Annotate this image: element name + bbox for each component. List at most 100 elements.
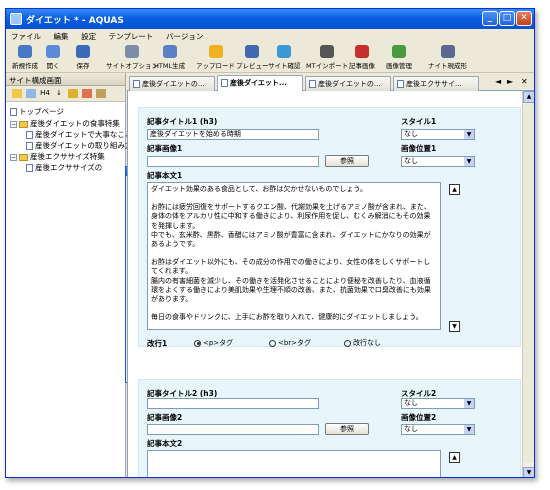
toolbar-button-2[interactable]: 保存	[76, 45, 90, 70]
mt-import-icon	[320, 45, 335, 58]
scroll-up-icon[interactable]: ▲	[523, 91, 534, 103]
tab-2[interactable]: 産後ダイエットの...	[305, 76, 391, 91]
scroll-thumb[interactable]	[523, 103, 534, 463]
scroll-down-icon[interactable]: ▼	[523, 467, 534, 477]
image-position-select[interactable]: なし ▼	[401, 424, 475, 435]
toolbar-button-5[interactable]: アップロード	[196, 45, 235, 70]
upload-icon	[208, 45, 223, 58]
page-icon	[133, 80, 140, 88]
toolbar-button-1[interactable]: 開く	[46, 45, 60, 70]
minimize-button[interactable]: _	[482, 11, 498, 26]
article-image-input[interactable]	[147, 156, 319, 167]
linebreak-label: 改行1	[147, 339, 168, 348]
article-1: 記事タイトル1 (h3) 産後ダイエットを始める時期 スタイル1 なし ▼ 記事画…	[138, 107, 521, 348]
chevron-down-icon: ▼	[464, 157, 474, 166]
site-check-icon	[277, 45, 292, 58]
editor-area: 記事タイトル1 (h3) 産後ダイエットを始める時期 スタイル1 なし ▼ 記事画…	[127, 91, 522, 477]
image-position-label: 画像位置2	[401, 413, 437, 422]
tree-item[interactable]: 産後エクササイズの	[26, 162, 102, 173]
radio-p-tag[interactable]: <p>タグ	[194, 338, 233, 348]
toolbar: 新規作成 開く 保存 サイトオプション HTML生成 アップロード プレビュー サイト確認 MT…	[6, 43, 534, 73]
body-paragraph: お酢には疲労回復をサポートするクエン酸、代謝効果を上げるアミノ酸が含まれ、また、…	[151, 203, 431, 249]
toolbar-button-3[interactable]: サイトオプション	[106, 45, 158, 70]
h4-icon[interactable]: H4	[40, 89, 50, 98]
image-icon[interactable]	[26, 89, 36, 98]
article-image-input[interactable]	[147, 424, 319, 435]
tree-item[interactable]: トップページ	[10, 106, 64, 117]
menu-template[interactable]: テンプレート	[104, 29, 159, 44]
menu-edit[interactable]: 編集	[49, 29, 74, 44]
toolbar-button-10[interactable]: 画像管理	[386, 45, 412, 70]
article-body-textarea[interactable]: ダイエット効果のある食品として、お酢は欠かせないものでしょう。 お酢には疲労回復…	[147, 182, 441, 330]
tab-bar: 産後ダイエットの... 産後ダイエット... 産後ダイエットの... 産後エクサ…	[127, 73, 534, 91]
browse-button[interactable]: 参照	[325, 423, 369, 435]
site-options-icon	[125, 45, 139, 58]
image-manage-icon	[392, 45, 406, 58]
chevron-down-icon: ▼	[464, 425, 474, 434]
folder-icon	[19, 153, 28, 161]
article-title-input[interactable]	[147, 398, 319, 409]
toolbar-button-7[interactable]: サイト確認	[268, 45, 301, 70]
folder-icon[interactable]	[12, 89, 22, 98]
move-down-button[interactable]: ▼	[449, 321, 460, 332]
gear-icon[interactable]	[96, 89, 106, 98]
close-button[interactable]: ✕	[516, 11, 532, 26]
new-file-icon	[18, 45, 32, 58]
toolbar-button-label: 新規作成	[12, 62, 38, 70]
toolbar-button-4[interactable]: HTML生成	[154, 45, 185, 70]
tree-item-label: 産後エクササイズ特集	[30, 152, 105, 161]
toolbar-button-0[interactable]: 新規作成	[12, 45, 38, 70]
toolbar-button-11[interactable]: ナイト現成形	[428, 45, 467, 70]
style-select[interactable]: なし ▼	[401, 398, 475, 409]
tree-item-label: トップページ	[19, 107, 64, 116]
menu-version[interactable]: バージョン	[161, 29, 208, 44]
article-image-label: 記事画像2	[147, 413, 183, 422]
tree-item[interactable]: 産後ダイエットの取り組み方法	[26, 140, 140, 151]
toolbar-button-label: アップロード	[196, 62, 235, 70]
tree-item[interactable]: 産後ダイエットで大事なこと	[26, 129, 132, 140]
toolbar-button-label: サイトオプション	[106, 62, 158, 70]
page-icon	[309, 80, 316, 88]
collapse-icon[interactable]: −	[10, 153, 17, 161]
site-structure-panel: サイト構成画面 H4 ↓ トップページ − 産後ダイエットの食事特集 産後ダイエットで大…	[6, 73, 140, 477]
toolbar-button-8[interactable]: MTインポート	[306, 45, 348, 70]
tab-3[interactable]: 産後エクササイ...	[393, 76, 479, 91]
vertical-scrollbar[interactable]: ▲ ▼	[522, 91, 534, 477]
tab-scroll-right-icon[interactable]: ►	[507, 77, 513, 86]
tree-item[interactable]: − 産後エクササイズ特集	[10, 151, 105, 162]
maximize-button[interactable]: □	[499, 11, 515, 26]
pencil-icon[interactable]	[82, 89, 92, 98]
tab-scroll-left-icon[interactable]: ◄	[495, 77, 501, 86]
browse-button[interactable]: 参照	[325, 155, 369, 167]
tree-item-label: 産後ダイエットで大事なこと	[35, 130, 133, 139]
move-up-button[interactable]: ▲	[449, 184, 460, 195]
menu-file[interactable]: ファイル	[6, 29, 46, 44]
tab-1[interactable]: 産後ダイエット...	[217, 75, 303, 91]
toolbar-button-label: プレビュー	[236, 62, 269, 70]
tab-close-icon[interactable]: ✕	[521, 77, 528, 86]
menu-settings[interactable]: 設定	[76, 29, 101, 44]
radio-no-break[interactable]: 改行なし	[344, 338, 381, 348]
page-icon	[221, 79, 228, 87]
chevron-down-icon: ▼	[464, 130, 474, 139]
radio-dot	[344, 339, 351, 347]
save-icon	[76, 45, 90, 58]
page-icon	[26, 142, 33, 150]
toolbar-button-9[interactable]: 記事画像	[349, 45, 375, 70]
site-structure-header: サイト構成画面	[6, 73, 125, 86]
key-icon[interactable]	[68, 89, 78, 98]
article-title-input[interactable]: 産後ダイエットを始める時期	[147, 129, 319, 140]
down-icon[interactable]: ↓	[54, 89, 64, 98]
radio-br-tag[interactable]: <br>タグ	[269, 338, 311, 348]
article-body-label: 記事本文1	[147, 171, 183, 180]
move-up-button[interactable]: ▲	[449, 452, 460, 463]
tree-item-label: 産後ダイエットの食事特集	[30, 119, 120, 128]
toolbar-button-6[interactable]: プレビュー	[236, 45, 269, 70]
collapse-icon[interactable]: −	[10, 120, 17, 128]
image-position-select[interactable]: なし ▼	[401, 156, 475, 167]
tree-item[interactable]: − 産後ダイエットの食事特集	[10, 118, 120, 129]
style-select[interactable]: なし ▼	[401, 129, 475, 140]
tab-0[interactable]: 産後ダイエットの...	[129, 76, 215, 91]
article-body-label: 記事本文2	[147, 439, 183, 448]
article-body-textarea[interactable]	[147, 450, 441, 477]
